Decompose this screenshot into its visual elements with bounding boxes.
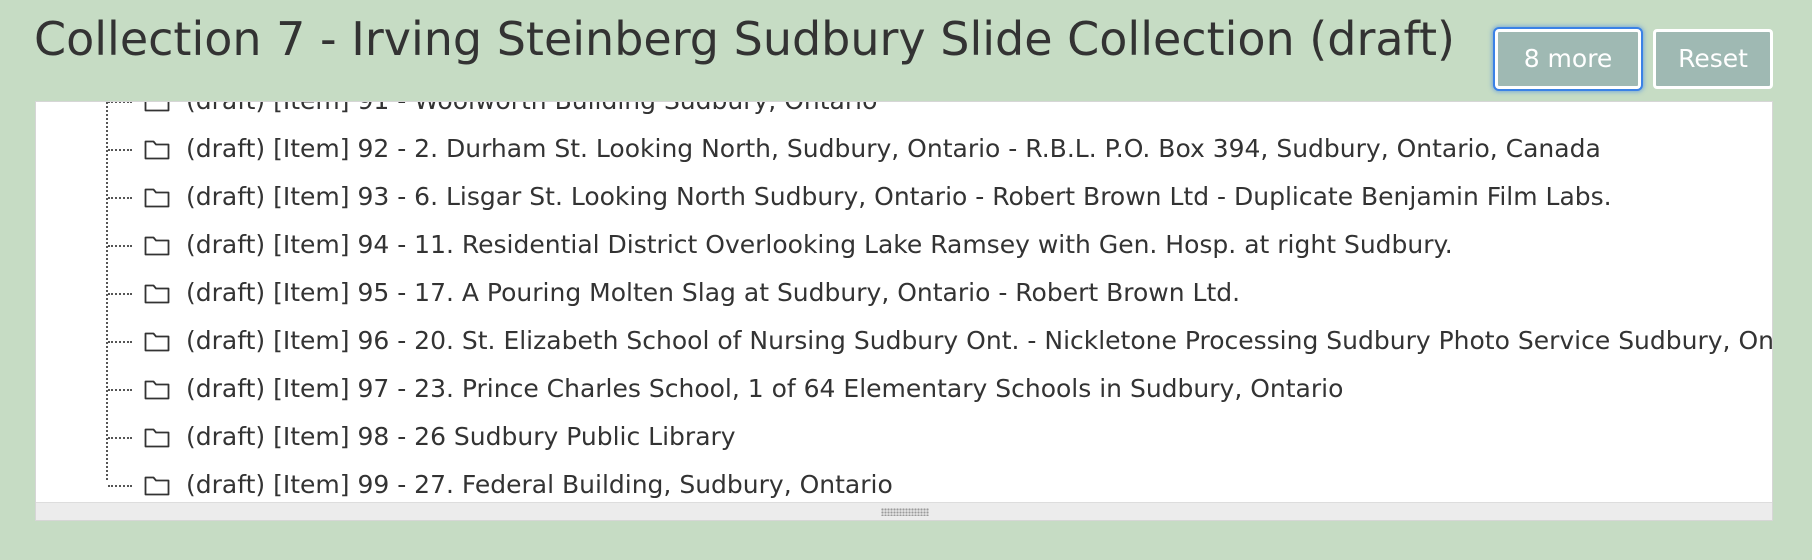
resize-handle[interactable] [36, 502, 1772, 520]
tree-branch-line [108, 102, 132, 103]
tree-branch-line [108, 245, 132, 247]
folder-icon [144, 428, 170, 448]
tree-item[interactable]: (draft) [Item] 98 - 26 Sudbury Public Li… [36, 413, 1772, 461]
folder-icon [144, 236, 170, 256]
tree-item[interactable]: (draft) [Item] 94 - 11. Residential Dist… [36, 221, 1772, 269]
folder-icon [144, 102, 170, 112]
tree-item-label[interactable]: (draft) [Item] 97 - 23. Prince Charles S… [186, 365, 1343, 413]
tree-item-label[interactable]: (draft) [Item] 98 - 26 Sudbury Public Li… [186, 413, 736, 461]
tree-branch-line [108, 197, 132, 199]
folder-icon [144, 284, 170, 304]
tree-item[interactable]: (draft) [Item] 97 - 23. Prince Charles S… [36, 365, 1772, 413]
more-button[interactable]: 8 more [1495, 29, 1641, 89]
tree-item-label[interactable]: (draft) [Item] 95 - 17. A Pouring Molten… [186, 269, 1240, 317]
tree-branch-line [108, 293, 132, 295]
grip-icon [881, 508, 929, 516]
page-title: Collection 7 - Irving Steinberg Sudbury … [34, 12, 1455, 66]
folder-icon [144, 332, 170, 352]
folder-icon [144, 380, 170, 400]
tree-item-label[interactable]: (draft) [Item] 94 - 11. Residential Dist… [186, 221, 1453, 269]
tree-item[interactable]: (draft) [Item] 92 - 2. Durham St. Lookin… [36, 125, 1772, 173]
folder-icon [144, 476, 170, 496]
reset-button[interactable]: Reset [1653, 29, 1773, 89]
tree-branch-line [108, 485, 132, 487]
tree-item[interactable]: (draft) [Item] 95 - 17. A Pouring Molten… [36, 269, 1772, 317]
tree-panel[interactable]: (draft) [Item] 91 - Woolworth Building S… [35, 101, 1773, 521]
tree-item-label[interactable]: (draft) [Item] 96 - 20. St. Elizabeth Sc… [186, 317, 1772, 365]
tree-item[interactable]: (draft) [Item] 96 - 20. St. Elizabeth Sc… [36, 317, 1772, 365]
tree-item-label[interactable]: (draft) [Item] 91 - Woolworth Building S… [186, 102, 877, 125]
tree-branch-line [108, 437, 132, 439]
tree-branch-line [108, 341, 132, 343]
tree-branch-line [108, 389, 132, 391]
tree-item-label[interactable]: (draft) [Item] 93 - 6. Lisgar St. Lookin… [186, 173, 1612, 221]
folder-icon [144, 140, 170, 160]
tree-item[interactable]: (draft) [Item] 93 - 6. Lisgar St. Lookin… [36, 173, 1772, 221]
tree-item[interactable]: (draft) [Item] 91 - Woolworth Building S… [36, 102, 1772, 125]
tree-branch-line [108, 149, 132, 151]
tree-list: (draft) [Item] 91 - Woolworth Building S… [36, 102, 1772, 509]
tree-item-label[interactable]: (draft) [Item] 92 - 2. Durham St. Lookin… [186, 125, 1601, 173]
folder-icon [144, 188, 170, 208]
